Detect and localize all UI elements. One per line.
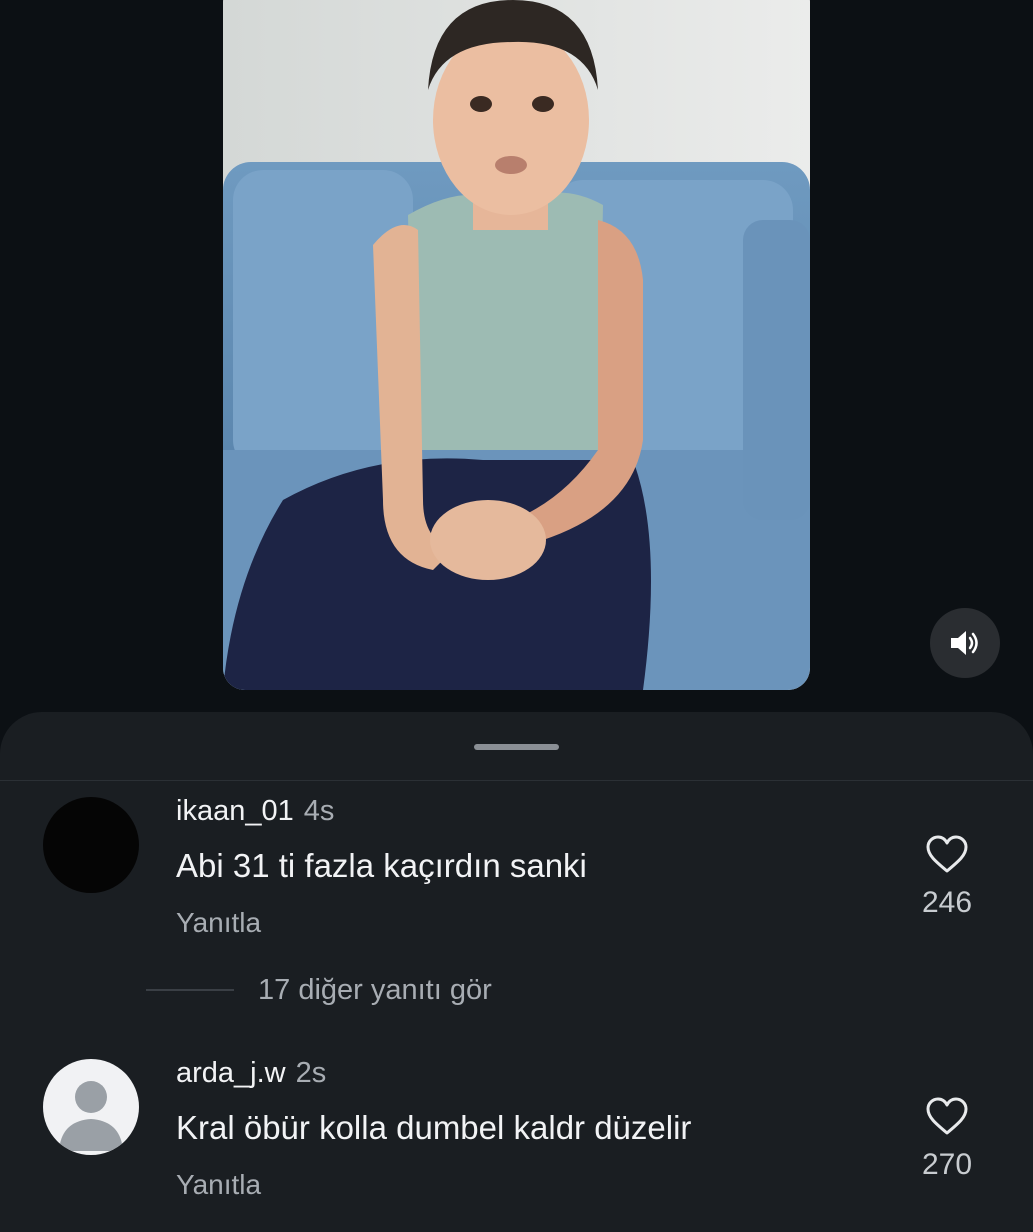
heart-icon[interactable] (925, 835, 969, 875)
more-replies-text[interactable]: 17 diğer yanıtı gör (258, 974, 492, 1007)
comment-username[interactable]: ikaan_01 4s (176, 795, 334, 828)
comment-text: Abi 31 ti fazla kaçırdın sanki (176, 847, 587, 884)
reply-button[interactable]: Yanıtla (176, 907, 261, 939)
reply-button[interactable]: Yanıtla (176, 1169, 261, 1201)
like-button[interactable]: 246 (907, 835, 987, 920)
replies-line (146, 989, 234, 991)
sheet-grabber[interactable] (474, 744, 559, 750)
comment-time: 2s (295, 1057, 327, 1089)
username-text[interactable]: arda_j.w (176, 1057, 286, 1089)
avatar[interactable] (43, 1059, 139, 1155)
like-button[interactable]: 270 (907, 1097, 987, 1182)
mute-button[interactable] (930, 608, 1000, 678)
video-frame[interactable] (223, 0, 810, 690)
speaker-icon (951, 631, 978, 655)
heart-icon[interactable] (925, 1097, 969, 1137)
username-text[interactable]: ikaan_01 (176, 795, 294, 827)
avatar[interactable] (43, 797, 139, 893)
like-count: 246 (921, 886, 973, 919)
comment-item: ikaan_01 4s Abi 31 ti fazla kaçırdın sank… (0, 795, 1033, 955)
video-still (223, 0, 810, 690)
comment-username[interactable]: arda_j.w 2s (176, 1057, 326, 1090)
comment-time: 4s (303, 795, 335, 827)
like-count: 270 (921, 1148, 973, 1181)
comment-text: Kral öbür kolla dumbel kaldr düzelir (176, 1109, 692, 1146)
view-more-replies[interactable]: 17 diğer yanıtı gör (146, 970, 492, 1010)
comment-item: arda_j.w 2s Kral öbür kolla dumbel kaldr … (0, 1057, 1033, 1217)
video-area (0, 0, 1033, 720)
default-avatar-icon (59, 1081, 123, 1151)
divider (0, 780, 1033, 781)
